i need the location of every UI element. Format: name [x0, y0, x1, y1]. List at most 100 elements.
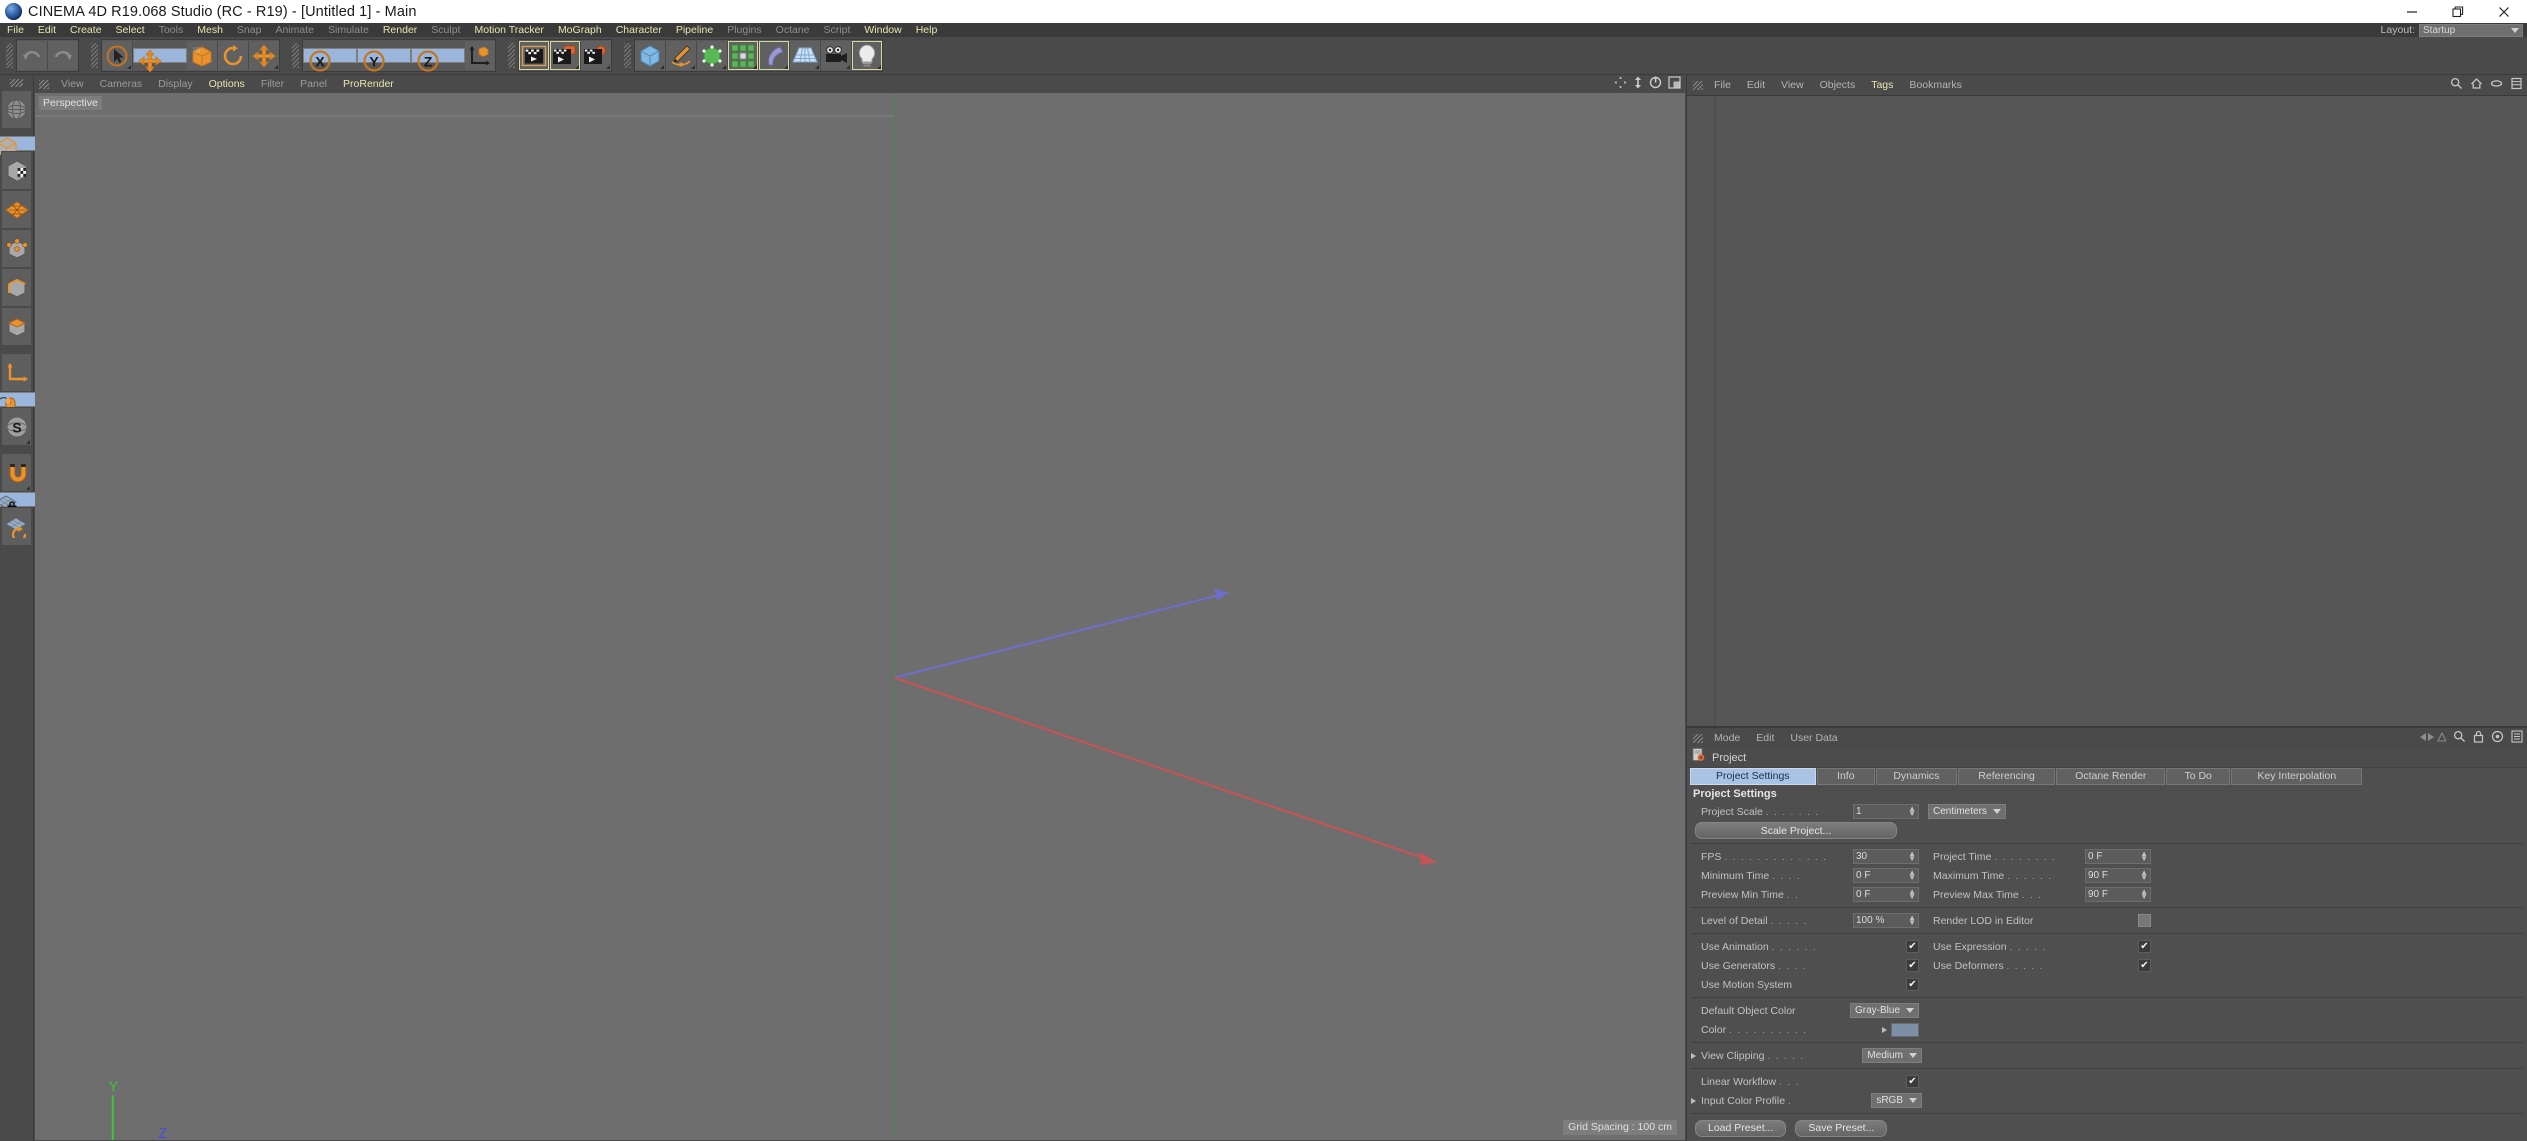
use-deformers-checkbox[interactable]: ✔ — [2138, 959, 2151, 972]
world-axis-move-icon[interactable] — [249, 41, 279, 70]
menu-pipeline[interactable]: Pipeline — [669, 23, 720, 37]
x-axis-lock-icon[interactable]: X — [303, 48, 357, 72]
preview-min-time-input[interactable]: 0 F ▲ ▼ — [1853, 887, 1919, 902]
flyout-corner-icon[interactable] — [753, 65, 757, 69]
load-preset-button[interactable]: Load Preset... — [1695, 1119, 1787, 1137]
search-icon[interactable] — [2453, 730, 2466, 743]
flyout-corner-icon[interactable] — [274, 65, 278, 69]
object-manager-menu-objects[interactable]: Objects — [1812, 75, 1864, 95]
attribute-tab-info[interactable]: Info — [1816, 768, 1875, 785]
menu-animate[interactable]: Animate — [268, 23, 321, 37]
menu-tools[interactable]: Tools — [152, 23, 191, 37]
move-tool-icon[interactable] — [133, 48, 187, 73]
flyout-corner-icon[interactable] — [606, 65, 610, 69]
default-object-color-dropdown[interactable]: Gray-Blue — [1849, 1003, 1919, 1018]
viewport-menu-prorender[interactable]: ProRender — [335, 75, 402, 93]
list-icon[interactable] — [2511, 730, 2523, 743]
toolbar-drag-handle[interactable] — [91, 43, 98, 68]
home-icon[interactable] — [2470, 77, 2483, 90]
ellipse-icon[interactable] — [2490, 77, 2503, 90]
world-object-coordinate-icon[interactable] — [465, 41, 495, 70]
attribute-tab-to-do[interactable]: To Do — [2166, 768, 2231, 785]
world-local-axis-icon[interactable] — [1, 90, 32, 129]
maximum-time-input[interactable]: 90 F ▲ ▼ — [2085, 868, 2151, 883]
menu-create[interactable]: Create — [63, 23, 109, 37]
layout-dropdown[interactable]: Startup — [2419, 23, 2523, 37]
viewport-menu-panel[interactable]: Panel — [292, 75, 335, 93]
save-preset-button[interactable]: Save Preset... — [1795, 1119, 1888, 1137]
object-manager-menu-tags[interactable]: Tags — [1863, 75, 1901, 95]
menu-file[interactable]: File — [0, 23, 31, 37]
flyout-corner-icon[interactable] — [26, 486, 30, 490]
menu-octane[interactable]: Octane — [769, 23, 817, 37]
lock-icon[interactable] — [2473, 730, 2484, 743]
mograph-cloner-icon[interactable] — [728, 41, 759, 70]
viewport-drag-handle[interactable] — [39, 79, 49, 89]
menu-character[interactable]: Character — [609, 23, 669, 37]
flyout-corner-icon[interactable] — [575, 65, 579, 69]
spline-pen-icon[interactable] — [666, 41, 697, 70]
viewport-menu-filter[interactable]: Filter — [253, 75, 292, 93]
attribute-tab-referencing[interactable]: Referencing — [1957, 768, 2056, 785]
toolbar-drag-handle[interactable] — [508, 43, 515, 68]
search-icon[interactable] — [2450, 77, 2463, 90]
menu-script[interactable]: Script — [817, 23, 858, 37]
rotate-view-icon[interactable] — [1649, 76, 1662, 89]
use-motion-system-checkbox[interactable]: ✔ — [1906, 978, 1919, 991]
flyout-corner-icon[interactable] — [26, 440, 30, 444]
use-expression-checkbox[interactable]: ✔ — [2138, 940, 2151, 953]
texture-mode-icon[interactable] — [1, 151, 32, 190]
use-animation-checkbox[interactable]: ✔ — [1906, 940, 1919, 953]
toolbar-drag-handle[interactable] — [6, 43, 13, 68]
render-to-picture-viewer-icon[interactable] — [550, 41, 581, 70]
flyout-corner-icon[interactable] — [691, 65, 695, 69]
menu-simulate[interactable]: Simulate — [321, 23, 376, 37]
menu-snap[interactable]: Snap — [230, 23, 269, 37]
object-manager-menu-file[interactable]: File — [1706, 75, 1739, 95]
rotate-tool-icon[interactable] — [218, 41, 249, 70]
flyout-corner-icon[interactable] — [722, 65, 726, 69]
target-icon[interactable] — [2491, 730, 2504, 743]
attribute-tab-project-settings[interactable]: Project Settings — [1690, 768, 1816, 785]
spinner-icon[interactable]: ▲ ▼ — [1908, 869, 1916, 882]
spinner-icon[interactable]: ▲ ▼ — [2140, 888, 2148, 901]
spinner-icon[interactable]: ▲ ▼ — [1908, 914, 1916, 927]
flyout-corner-icon[interactable] — [660, 65, 664, 69]
preview-max-time-input[interactable]: 90 F ▲ ▼ — [2085, 887, 2151, 902]
object-manager-menu-edit[interactable]: Edit — [1739, 75, 1773, 95]
edge-mode-icon[interactable] — [1, 268, 32, 307]
menu-mesh[interactable]: Mesh — [190, 23, 230, 37]
magnet-tool-icon[interactable] — [1, 453, 32, 492]
flyout-corner-icon[interactable] — [877, 65, 881, 69]
polygon-mode-icon[interactable] — [1, 190, 32, 229]
menu-plugins[interactable]: Plugins — [720, 23, 768, 37]
flyout-corner-icon[interactable] — [815, 65, 819, 69]
workplane-rotate-icon[interactable] — [1, 507, 32, 546]
redo-icon[interactable] — [48, 41, 78, 70]
object-manager-list[interactable] — [1687, 95, 2527, 726]
spinner-icon[interactable]: ▲ ▼ — [1908, 888, 1916, 901]
nurbs-generator-icon[interactable] — [697, 41, 728, 70]
minimum-time-input[interactable]: 0 F ▲ ▼ — [1853, 868, 1919, 883]
attribute-manager-menu-mode[interactable]: Mode — [1706, 728, 1748, 748]
attribute-manager-menu-edit[interactable]: Edit — [1748, 728, 1782, 748]
render-lod-in-editor-checkbox[interactable]: ✔ — [2138, 914, 2151, 927]
minimize-icon[interactable] — [2389, 0, 2435, 23]
attribute-tab-octane-render[interactable]: Octane Render — [2056, 768, 2166, 785]
undo-icon[interactable] — [17, 41, 48, 70]
object-manager-drag-handle[interactable] — [1693, 80, 1703, 90]
project-time-input[interactable]: 0 F ▲ ▼ — [2085, 849, 2151, 864]
snap-enable-icon[interactable]: S — [1, 407, 32, 446]
menu-select[interactable]: Select — [109, 23, 152, 37]
attribute-tab-key-interpolation[interactable]: Key Interpolation — [2231, 768, 2363, 785]
attribute-manager-drag-handle[interactable] — [1693, 733, 1703, 743]
y-axis-lock-icon[interactable]: Y — [357, 48, 411, 72]
layers-icon[interactable] — [2510, 77, 2523, 90]
menu-help[interactable]: Help — [909, 23, 945, 37]
attribute-object-row[interactable]: Project — [1687, 748, 2527, 768]
level-of-detail-input[interactable]: 100 % ▲ ▼ — [1853, 913, 1919, 928]
palette-drag-handle[interactable] — [10, 79, 23, 87]
use-generators-checkbox[interactable]: ✔ — [1906, 959, 1919, 972]
scale-project-button[interactable]: Scale Project... — [1695, 822, 1897, 839]
maximize-view-icon[interactable] — [1668, 76, 1681, 89]
